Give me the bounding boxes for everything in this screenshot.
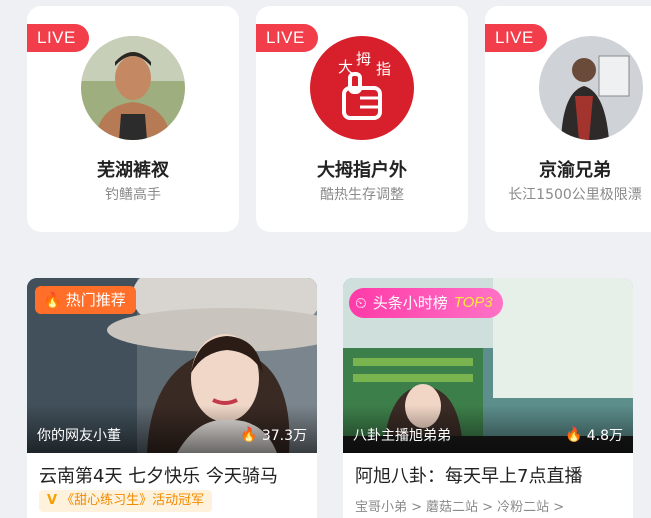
channel-link[interactable]: 宝哥小弟 > — [355, 496, 422, 515]
stream-title: 云南第4天 七夕快乐 今天骑马 — [39, 466, 278, 487]
streamer-name: 大拇指户外 — [317, 160, 407, 181]
streamer-name: 芜湖裤衩 — [97, 160, 169, 181]
streamer-card[interactable]: LIVE 大 拇 指 大拇指户外 酷热生存调整 — [256, 6, 468, 232]
activity-tag-label: 《甜心练习生》活动冠军 — [61, 493, 205, 508]
logo-char: 拇 — [356, 50, 371, 68]
rank-label: TOP3 — [453, 294, 493, 311]
viewer-count: 🔥 4.8万 — [565, 425, 623, 445]
stream-host-name: 你的网友小董 — [37, 428, 121, 444]
stream-title: 阿旭八卦：每天早上7点直播 — [355, 466, 583, 487]
viewer-count: 🔥 37.3万 — [240, 425, 307, 445]
related-channels: 宝哥小弟 > 蘑菇二站 > 冷粉二站 > — [355, 496, 564, 515]
v-badge-icon: V — [47, 493, 58, 508]
hourly-rank-badge: ⏲ 头条小时榜 TOP3 — [349, 288, 503, 318]
live-badge: LIVE — [27, 24, 89, 52]
channel-link[interactable]: 蘑菇二站 > — [426, 496, 493, 515]
hot-recommend-badge: 🔥 热门推荐 — [35, 286, 136, 314]
viewer-count-value: 37.3万 — [261, 428, 307, 444]
streamer-card[interactable]: LIVE 芜湖裤衩 钓鳝高手 — [27, 6, 239, 232]
avatar: 大 拇 指 — [310, 36, 414, 140]
badge-label: 头条小时榜 — [372, 294, 448, 312]
logo-char: 指 — [376, 60, 391, 78]
flame-icon: 🔥 — [565, 427, 583, 443]
activity-tag[interactable]: V 《甜心练习生》活动冠军 — [39, 490, 213, 512]
flame-icon: 🔥 — [240, 427, 258, 443]
live-badge: LIVE — [485, 24, 547, 52]
streamer-card[interactable]: LIVE 京渝兄弟 长江1500公里极限漂 — [485, 6, 651, 232]
stream-host-name: 八卦主播旭弟弟 — [353, 428, 451, 444]
streamer-desc: 酷热生存调整 — [320, 187, 404, 203]
viewer-count-value: 4.8万 — [586, 428, 623, 444]
fire-icon: 🔥 — [43, 291, 62, 309]
streamer-desc: 钓鳝高手 — [105, 187, 161, 203]
clock-icon: ⏲ — [355, 294, 367, 312]
live-stream-card[interactable]: ⏲ 头条小时榜 TOP3 八卦主播旭弟弟 🔥 4.8万 阿旭八卦：每天早上7点直… — [343, 278, 633, 518]
live-stream-card[interactable]: 🔥 热门推荐 你的网友小董 🔥 37.3万 云南第4天 七夕快乐 今天骑马 V … — [27, 278, 317, 518]
channel-link[interactable]: 冷粉二站 > — [497, 496, 564, 515]
avatar — [81, 36, 185, 140]
streamer-row: LIVE 芜湖裤衩 钓鳝高手 LIVE 大 拇 指 大拇指户外 酷热生存调整 L… — [0, 0, 651, 250]
streamer-name: 京渝兄弟 — [539, 160, 611, 181]
streamer-desc: 长江1500公里极限漂 — [508, 187, 642, 203]
badge-label: 热门推荐 — [65, 291, 126, 309]
live-badge: LIVE — [256, 24, 318, 52]
avatar — [539, 36, 643, 140]
